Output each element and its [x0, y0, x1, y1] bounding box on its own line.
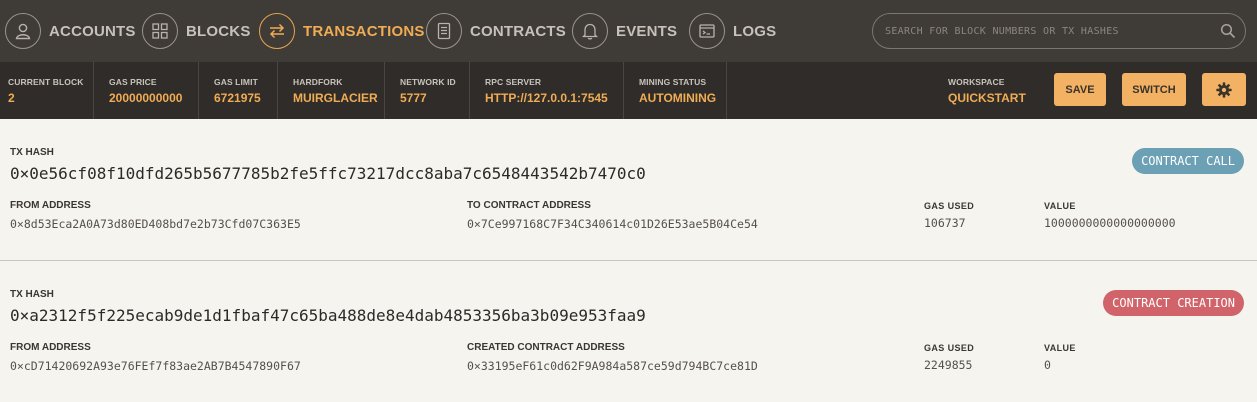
stat-value: QUICKSTART	[948, 91, 1026, 105]
stat-value: 20000000000	[109, 91, 183, 105]
terminal-icon	[689, 13, 725, 49]
stat-label: NETWORK ID	[400, 77, 456, 87]
stat-hardfork: HARDFORK MUIRGLACIER	[278, 62, 385, 119]
settings-button[interactable]	[1202, 73, 1246, 106]
tx-hash: 0×0e56cf08f10dfd265b5677785b2fe5ffc73217…	[10, 164, 646, 183]
nav-accounts[interactable]: ACCOUNTS	[5, 0, 136, 62]
stat-label: GAS LIMIT	[214, 77, 258, 87]
top-navigation: ACCOUNTS BLOCKS TRANSACTIONS CONTRACTS E…	[0, 0, 1257, 62]
tx-hash-label: TX HASH	[10, 289, 54, 300]
contract-creation-badge: CONTRACT CREATION	[1103, 290, 1244, 316]
stat-label: HARDFORK	[293, 77, 343, 87]
tx-hash-label: TX HASH	[10, 147, 54, 158]
stat-rpc-server: RPC SERVER HTTP://127.0.0.1:7545	[470, 62, 624, 119]
stat-mining-status: MINING STATUS AUTOMINING	[624, 62, 727, 119]
nav-logs[interactable]: LOGS	[689, 0, 776, 62]
gas-used-label: GAS USED	[924, 201, 975, 211]
stat-label: WORKSPACE	[948, 77, 1005, 87]
swap-arrows-icon	[259, 13, 295, 49]
to-contract-address-label: TO CONTRACT ADDRESS	[467, 200, 591, 211]
nav-contracts-label: CONTRACTS	[470, 22, 566, 40]
stat-label: MINING STATUS	[639, 77, 707, 87]
person-icon	[5, 13, 41, 49]
tx-hash: 0×a2312f5f225ecab9de1d1fbaf47c65ba488de8…	[10, 306, 646, 325]
document-icon	[426, 13, 462, 49]
nav-blocks[interactable]: BLOCKS	[142, 0, 251, 62]
nav-logs-label: LOGS	[733, 22, 777, 40]
gas-used: 2249855	[924, 358, 973, 372]
stat-value: 6721975	[214, 91, 261, 105]
nav-contracts[interactable]: CONTRACTS	[426, 0, 566, 62]
stat-gas-limit: GAS LIMIT 6721975	[199, 62, 278, 119]
value-label: VALUE	[1044, 343, 1076, 353]
stat-label: GAS PRICE	[109, 77, 157, 87]
nav-transactions[interactable]: TRANSACTIONS	[259, 0, 425, 62]
gas-used-label: GAS USED	[924, 343, 975, 353]
transaction-row[interactable]: TX HASH 0×a2312f5f225ecab9de1d1fbaf47c65…	[0, 261, 1257, 402]
stat-value: MUIRGLACIER	[293, 91, 378, 105]
contract-call-badge: CONTRACT CALL	[1132, 148, 1244, 174]
stat-value: AUTOMINING	[639, 91, 717, 105]
stat-value: 2	[8, 91, 15, 105]
value: 0	[1044, 358, 1051, 372]
save-button[interactable]: SAVE	[1054, 73, 1106, 106]
value-label: VALUE	[1044, 201, 1076, 211]
created-contract-address-label: CREATED CONTRACT ADDRESS	[467, 342, 625, 353]
value: 1000000000000000000	[1044, 216, 1176, 230]
from-address: 0×8d53Eca2A0A73d80ED408bd7e2b73Cfd07C363…	[10, 217, 301, 231]
nav-events-label: EVENTS	[616, 22, 678, 40]
bell-icon	[572, 13, 608, 49]
to-contract-address: 0×7Ce997168C7F34C340614c01D26E53ae5B04Ce…	[467, 217, 758, 231]
stat-label: RPC SERVER	[485, 77, 542, 87]
nav-blocks-label: BLOCKS	[186, 22, 251, 40]
grid-icon	[142, 13, 178, 49]
stat-network-id: NETWORK ID 5777	[385, 62, 470, 119]
search-box	[872, 13, 1246, 49]
gas-used: 106737	[924, 216, 966, 230]
nav-events[interactable]: EVENTS	[572, 0, 677, 62]
stat-current-block: CURRENT BLOCK 2	[0, 62, 94, 119]
stat-value: 5777	[400, 91, 427, 105]
transaction-row[interactable]: TX HASH 0×0e56cf08f10dfd265b5677785b2fe5…	[0, 119, 1257, 261]
nav-transactions-label: TRANSACTIONS	[303, 22, 425, 40]
nav-accounts-label: ACCOUNTS	[49, 22, 136, 40]
search-icon[interactable]	[1211, 23, 1245, 39]
search-input[interactable]	[873, 14, 1211, 48]
from-address: 0×cD71420692A93e76FEf7f83ae2AB7B4547890F…	[10, 359, 301, 373]
stat-gas-price: GAS PRICE 20000000000	[94, 62, 199, 119]
stat-value: HTTP://127.0.0.1:7545	[485, 91, 608, 105]
stat-label: CURRENT BLOCK	[8, 77, 84, 87]
created-contract-address: 0×33195eF61c0d62F9A984a587ce59d794BC7ce8…	[467, 359, 758, 373]
gear-icon	[1216, 81, 1232, 98]
switch-button[interactable]: SWITCH	[1122, 73, 1186, 106]
from-address-label: FROM ADDRESS	[10, 342, 91, 353]
status-bar: CURRENT BLOCK 2 GAS PRICE 20000000000 GA…	[0, 62, 1257, 119]
from-address-label: FROM ADDRESS	[10, 200, 91, 211]
stat-workspace: WORKSPACE QUICKSTART	[948, 62, 1038, 119]
